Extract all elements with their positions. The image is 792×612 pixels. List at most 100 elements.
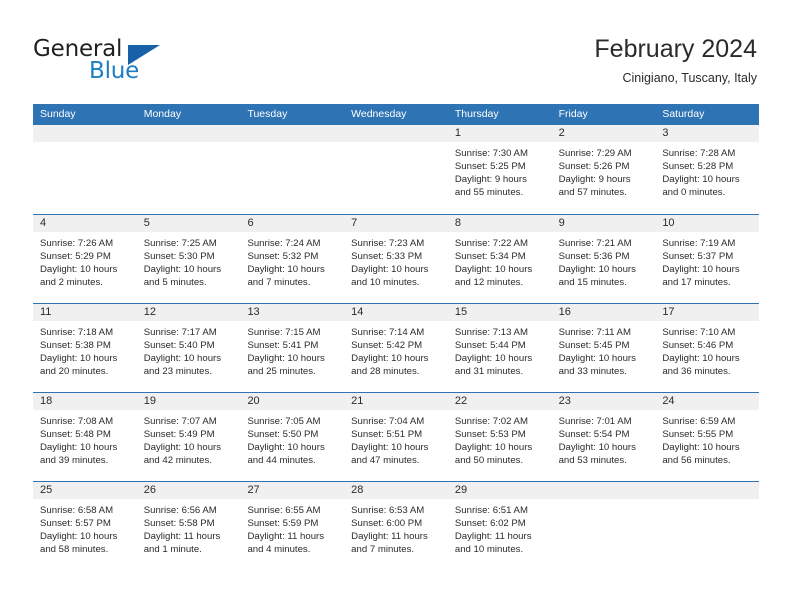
- day-number: 24: [662, 395, 675, 407]
- day-cell-26[interactable]: 26 Sunrise: 6:56 AM Sunset: 5:58 PM Dayligh…: [136, 482, 241, 570]
- day-info: Sunrise: 6:51 AM Sunset: 6:02 PM Daylight:…: [448, 499, 552, 556]
- day-info: Sunrise: 7:21 AM Sunset: 5:36 PM Daylight:…: [552, 232, 656, 289]
- sunset-text: Sunset: 5:42 PM: [351, 340, 423, 352]
- sunset-text: Sunset: 5:25 PM: [454, 161, 526, 173]
- day-cell-15[interactable]: 15 Sunrise: 7:13 AM Sunset: 5:44 PM Dayligh…: [447, 304, 552, 392]
- calendar-week-row: 4 Sunrise: 7:26 AM Sunset: 5:29 PM Daylight…: [33, 214, 760, 303]
- day-cell-29[interactable]: 29 Sunrise: 6:51 AM Sunset: 6:02 PM Dayligh…: [447, 482, 552, 570]
- day-info: Sunrise: 7:15 AM Sunset: 5:41 PM Daylight:…: [240, 321, 344, 378]
- day-number: 6: [247, 217, 254, 229]
- sunset-text: Sunset: 5:28 PM: [662, 161, 734, 173]
- day-cell-empty: [655, 482, 760, 570]
- daylight-text: Daylight: 10 hours: [351, 442, 429, 454]
- weekday-header-row: Sunday Monday Tuesday Wednesday Thursday Frid…: [33, 104, 759, 125]
- daylight-text: and 42 minutes.: [143, 455, 212, 467]
- page-header: General Blue February 2024 Cinigiano, Tu…: [0, 0, 792, 100]
- sunset-text: Sunset: 5:48 PM: [40, 429, 111, 441]
- day-number: 22: [454, 395, 468, 407]
- daylight-text: Daylight: 10 hours: [454, 353, 533, 365]
- day-cell-9[interactable]: 9 Sunrise: 7:21 AM Sunset: 5:36 PM Daylight…: [551, 215, 656, 303]
- day-cell-8[interactable]: 8 Sunrise: 7:22 AM Sunset: 5:34 PM Daylight…: [447, 215, 552, 303]
- day-number: 11: [40, 306, 52, 318]
- day-number: 29: [454, 484, 468, 496]
- sunset-text: Sunset: 5:58 PM: [143, 518, 215, 530]
- sunrise-text: Sunrise: 7:23 AM: [351, 238, 425, 249]
- day-info: Sunrise: 7:14 AM Sunset: 5:42 PM Daylight:…: [344, 321, 448, 378]
- daylight-text: Daylight: 10 hours: [662, 442, 740, 454]
- day-cell-25[interactable]: 25 Sunrise: 6:58 AM Sunset: 5:57 PM Dayligh…: [33, 482, 137, 570]
- daylight-text: and 12 minutes.: [454, 277, 524, 289]
- day-cell-10[interactable]: 10 Sunrise: 7:19 AM Sunset: 5:37 PM Dayligh…: [655, 215, 760, 303]
- sunrise-text: Sunrise: 7:26 AM: [40, 238, 114, 249]
- day-number-band: 10: [655, 215, 760, 232]
- day-info: Sunrise: 6:56 AM Sunset: 5:58 PM Daylight:…: [137, 499, 241, 556]
- day-info: Sunrise: 7:10 AM Sunset: 5:46 PM Daylight:…: [655, 321, 759, 378]
- daylight-text: Daylight: 9 hours: [558, 174, 631, 186]
- day-number-band: [240, 125, 345, 142]
- general-blue-logo[interactable]: General Blue: [33, 36, 213, 86]
- daylight-text: and 10 minutes.: [454, 544, 524, 556]
- day-cell-13[interactable]: 13 Sunrise: 7:15 AM Sunset: 5:41 PM Dayligh…: [240, 304, 345, 392]
- day-cell-4[interactable]: 4 Sunrise: 7:26 AM Sunset: 5:29 PM Daylight…: [33, 215, 137, 303]
- day-cell-19[interactable]: 19 Sunrise: 7:07 AM Sunset: 5:49 PM Dayligh…: [136, 393, 241, 481]
- sunrise-text: Sunrise: 7:05 AM: [247, 416, 321, 427]
- daylight-text: and 36 minutes.: [662, 366, 731, 378]
- daylight-text: Daylight: 10 hours: [40, 353, 118, 365]
- day-number: 27: [247, 484, 260, 496]
- day-cell-20[interactable]: 20 Sunrise: 7:05 AM Sunset: 5:50 PM Dayligh…: [240, 393, 345, 481]
- logo-text-blue: Blue: [89, 58, 140, 84]
- sunset-text: Sunset: 5:38 PM: [40, 340, 111, 352]
- day-cell-17[interactable]: 17 Sunrise: 7:10 AM Sunset: 5:46 PM Dayligh…: [655, 304, 760, 392]
- day-number: 2: [558, 127, 565, 139]
- sunset-text: Sunset: 5:49 PM: [143, 429, 215, 441]
- day-cell-5[interactable]: 5 Sunrise: 7:25 AM Sunset: 5:30 PM Daylight…: [136, 215, 241, 303]
- day-info: Sunrise: 7:19 AM Sunset: 5:37 PM Daylight:…: [655, 232, 759, 289]
- day-cell-2[interactable]: 2 Sunrise: 7:29 AM Sunset: 5:26 PM Daylight…: [551, 125, 656, 214]
- weekday-header-monday: Monday: [143, 108, 182, 120]
- day-info: Sunrise: 7:18 AM Sunset: 5:38 PM Daylight:…: [33, 321, 137, 378]
- day-cell-7[interactable]: 7 Sunrise: 7:23 AM Sunset: 5:33 PM Daylight…: [344, 215, 448, 303]
- day-cell-1[interactable]: 1 Sunrise: 7:30 AM Sunset: 5:25 PM Daylight…: [447, 125, 552, 214]
- day-cell-3[interactable]: 3 Sunrise: 7:28 AM Sunset: 5:28 PM Daylight…: [655, 125, 760, 214]
- day-cell-12[interactable]: 12 Sunrise: 7:17 AM Sunset: 5:40 PM Dayligh…: [136, 304, 241, 392]
- daylight-text: Daylight: 10 hours: [40, 264, 118, 276]
- sunset-text: Sunset: 5:46 PM: [662, 340, 734, 352]
- sunrise-text: Sunrise: 7:25 AM: [143, 238, 217, 249]
- day-cell-11[interactable]: 11 Sunrise: 7:18 AM Sunset: 5:38 PM Dayligh…: [33, 304, 137, 392]
- sunrise-text: Sunrise: 7:29 AM: [558, 148, 632, 159]
- day-info: Sunrise: 6:59 AM Sunset: 5:55 PM Daylight:…: [655, 410, 759, 467]
- calendar-weeks: 1 Sunrise: 7:30 AM Sunset: 5:25 PM Daylight…: [33, 125, 760, 570]
- day-number: 26: [143, 484, 156, 496]
- day-number-band: 3: [655, 125, 760, 142]
- day-cell-21[interactable]: 21 Sunrise: 7:04 AM Sunset: 5:51 PM Dayligh…: [344, 393, 448, 481]
- sunrise-text: Sunrise: 7:17 AM: [143, 327, 217, 338]
- sunrise-text: Sunrise: 7:02 AM: [454, 416, 528, 427]
- sunrise-text: Sunrise: 6:53 AM: [351, 505, 425, 516]
- day-info: Sunrise: 6:53 AM Sunset: 6:00 PM Daylight:…: [344, 499, 448, 556]
- day-cell-23[interactable]: 23 Sunrise: 7:01 AM Sunset: 5:54 PM Dayligh…: [551, 393, 656, 481]
- daylight-text: and 20 minutes.: [40, 366, 109, 378]
- day-info: Sunrise: 7:08 AM Sunset: 5:48 PM Daylight:…: [33, 410, 137, 467]
- sunrise-text: Sunrise: 7:22 AM: [454, 238, 528, 249]
- day-cell-28[interactable]: 28 Sunrise: 6:53 AM Sunset: 6:00 PM Dayligh…: [344, 482, 448, 570]
- day-cell-14[interactable]: 14 Sunrise: 7:14 AM Sunset: 5:42 PM Dayligh…: [344, 304, 448, 392]
- sunrise-text: Sunrise: 7:10 AM: [662, 327, 736, 338]
- daylight-text: and 56 minutes.: [662, 455, 731, 467]
- sunset-text: Sunset: 5:30 PM: [143, 251, 215, 263]
- day-cell-18[interactable]: 18 Sunrise: 7:08 AM Sunset: 5:48 PM Dayligh…: [33, 393, 137, 481]
- day-number-band: 6: [240, 215, 345, 232]
- day-cell-16[interactable]: 16 Sunrise: 7:11 AM Sunset: 5:45 PM Dayligh…: [551, 304, 656, 392]
- page-title: February 2024: [594, 35, 757, 63]
- daylight-text: Daylight: 10 hours: [558, 442, 636, 454]
- day-cell-27[interactable]: 27 Sunrise: 6:55 AM Sunset: 5:59 PM Dayligh…: [240, 482, 345, 570]
- daylight-text: Daylight: 11 hours: [143, 531, 221, 543]
- day-number-band: 5: [136, 215, 241, 232]
- day-info: Sunrise: 7:13 AM Sunset: 5:44 PM Daylight:…: [448, 321, 552, 378]
- calendar-page: General Blue February 2024 Cinigiano, Tu…: [0, 0, 792, 612]
- day-cell-6[interactable]: 6 Sunrise: 7:24 AM Sunset: 5:32 PM Daylight…: [240, 215, 345, 303]
- sunset-text: Sunset: 5:55 PM: [662, 429, 734, 441]
- daylight-text: and 7 minutes.: [351, 544, 415, 556]
- day-cell-22[interactable]: 22 Sunrise: 7:02 AM Sunset: 5:53 PM Dayligh…: [447, 393, 552, 481]
- day-cell-24[interactable]: 24 Sunrise: 6:59 AM Sunset: 5:55 PM Dayligh…: [655, 393, 760, 481]
- daylight-text: and 55 minutes.: [454, 187, 524, 199]
